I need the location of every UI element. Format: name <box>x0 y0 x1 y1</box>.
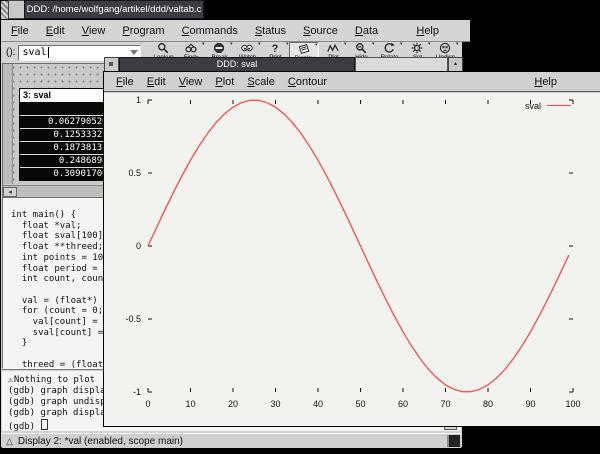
dropdown-arrow-icon: ▾ <box>372 42 375 47</box>
dropdown-arrow-icon: ▾ <box>315 43 318 48</box>
plot-titlebar[interactable]: DDD: sval ▴ <box>103 57 462 71</box>
menu-scale[interactable]: Scale <box>247 76 275 88</box>
arg-label: (): <box>6 47 15 58</box>
magnifier-icon <box>157 42 169 54</box>
dropdown-arrow-icon: ▾ <box>456 42 459 47</box>
dropdown-arrow-icon: ▾ <box>428 42 431 47</box>
x-tick-label: 10 <box>185 399 195 409</box>
y-tick-label: 0.5 <box>128 168 141 178</box>
dropdown-arrow-icon: ▾ <box>202 42 205 47</box>
table-row-value: 0.187381321 <box>20 141 116 154</box>
stop-icon <box>213 42 225 54</box>
dropdown-arrow-icon: ▾ <box>286 42 289 47</box>
x-tick-label: 20 <box>228 399 238 409</box>
window-button-dot-icon <box>109 62 113 66</box>
plot-curve-icon <box>327 42 339 54</box>
table-row-value: 0.309017003 <box>20 167 116 180</box>
menu-program[interactable]: Program <box>122 25 164 37</box>
question-icon: ? <box>269 42 281 54</box>
warning-icon: ⚠ <box>8 375 13 384</box>
legend-label: sval <box>525 101 541 111</box>
menu-status[interactable]: Status <box>255 25 286 37</box>
menu-file[interactable]: File <box>116 76 134 88</box>
display-box-values: 00.06279052050.1253332350.1873813210.248… <box>20 103 116 180</box>
display-box-title[interactable]: 3: sval <box>20 89 116 103</box>
plot-window-title: DDD: sval <box>119 57 355 72</box>
plot-canvas[interactable]: 0 10 20 30 40 50 60 70 80 90 100 -1 -0.5 0 0.5 1 sval <box>104 93 600 426</box>
plot-window-menu-button[interactable] <box>104 57 119 72</box>
main-titlebar[interactable]: DDD: /home/wolfgang/artikel/ddd/valtab.c <box>0 0 204 19</box>
x-tick-label: 40 <box>313 399 323 409</box>
menu-file[interactable]: File <box>11 25 29 37</box>
sine-curve <box>148 100 569 391</box>
table-row-value: 0 <box>20 103 116 115</box>
skull-icon <box>439 42 451 54</box>
menu-contour[interactable]: Contour <box>288 76 327 88</box>
x-tick-label: 100 <box>565 399 580 409</box>
resize-grip[interactable] <box>447 435 460 447</box>
y-tick-label: -1 <box>133 387 141 397</box>
menu-edit[interactable]: Edit <box>147 76 166 88</box>
menu-edit[interactable]: Edit <box>46 25 65 37</box>
menu-view[interactable]: View <box>179 76 203 88</box>
x-tick-label: 80 <box>483 399 493 409</box>
menu-commands[interactable]: Commands <box>182 25 238 37</box>
menu-data[interactable]: Data <box>355 25 378 37</box>
display-sheet-icon <box>298 43 310 55</box>
status-bar: △ Display 2: *val (enabled, scope main) <box>2 433 461 448</box>
menu-source[interactable]: Source <box>303 25 338 37</box>
window-menu-button[interactable] <box>8 0 25 19</box>
console-warning-text: Nothing to plot <box>14 375 95 385</box>
dropdown-arrow-icon: ▾ <box>258 42 261 47</box>
x-tick-label: 70 <box>440 399 450 409</box>
status-toggle-icon[interactable]: △ <box>6 436 13 447</box>
x-tick-label: 0 <box>145 399 150 409</box>
menu-help[interactable]: Help <box>416 25 439 37</box>
x-tick-label: 60 <box>398 399 408 409</box>
svg-text:?: ? <box>272 43 279 54</box>
status-text: Display 2: *val (enabled, scope main) <box>18 436 183 447</box>
dropdown-arrow-icon: ▾ <box>344 42 347 47</box>
x-tick-label: 50 <box>355 399 365 409</box>
text-cursor <box>48 47 49 58</box>
dropdown-arrow-icon: ▾ <box>400 42 403 47</box>
scroll-left-icon[interactable]: ◂ <box>3 187 17 197</box>
menu-plot[interactable]: Plot <box>215 76 234 88</box>
binoculars-icon <box>185 42 197 54</box>
table-row-value: 0.0627905205 <box>20 115 116 128</box>
console-cursor <box>41 419 48 430</box>
dropdown-arrow-icon: ▾ <box>230 42 233 47</box>
plot-menubar: File Edit View Plot Scale Contour Help <box>104 72 600 92</box>
plot-window-body: FileEditViewPlotScaleContourHelp 0102030… <box>103 71 600 427</box>
y-tick-label: 1 <box>136 95 141 105</box>
main-menubar: File Edit View Program Commands Status Source D… <box>2 20 470 42</box>
rotate-icon <box>383 42 395 54</box>
magnifier-minus-icon <box>355 42 367 54</box>
combo-dropdown-icon[interactable] <box>130 50 138 55</box>
plot-svg: 0 10 20 30 40 50 60 70 80 90 100 -1 -0.5 0 0.5 1 sval <box>104 93 599 426</box>
titlebar-stretch[interactable] <box>355 57 448 72</box>
x-tick-label: 30 <box>270 399 280 409</box>
y-tick-label: 0 <box>136 241 141 251</box>
x-tick-label: 90 <box>525 399 535 409</box>
gear-icon <box>411 42 423 54</box>
menu-view[interactable]: View <box>82 25 106 37</box>
data-panel-vscrollbar[interactable] <box>3 64 13 184</box>
main-window-title: DDD: /home/wolfgang/artikel/ddd/valtab.c <box>24 0 204 19</box>
y-tick-label: -0.5 <box>125 314 141 324</box>
table-row-value: 0.125333235 <box>20 128 116 141</box>
table-row-value: 0.24868985 <box>20 154 116 167</box>
menu-help[interactable]: Help <box>534 76 557 88</box>
arg-value: sval <box>22 47 46 58</box>
eyes-icon <box>241 42 253 54</box>
window-resize-button[interactable]: ▴ <box>448 57 463 72</box>
ddd-plot-window: DDD: sval ▴ File Edit View Plot Scale Contour… <box>103 57 600 427</box>
